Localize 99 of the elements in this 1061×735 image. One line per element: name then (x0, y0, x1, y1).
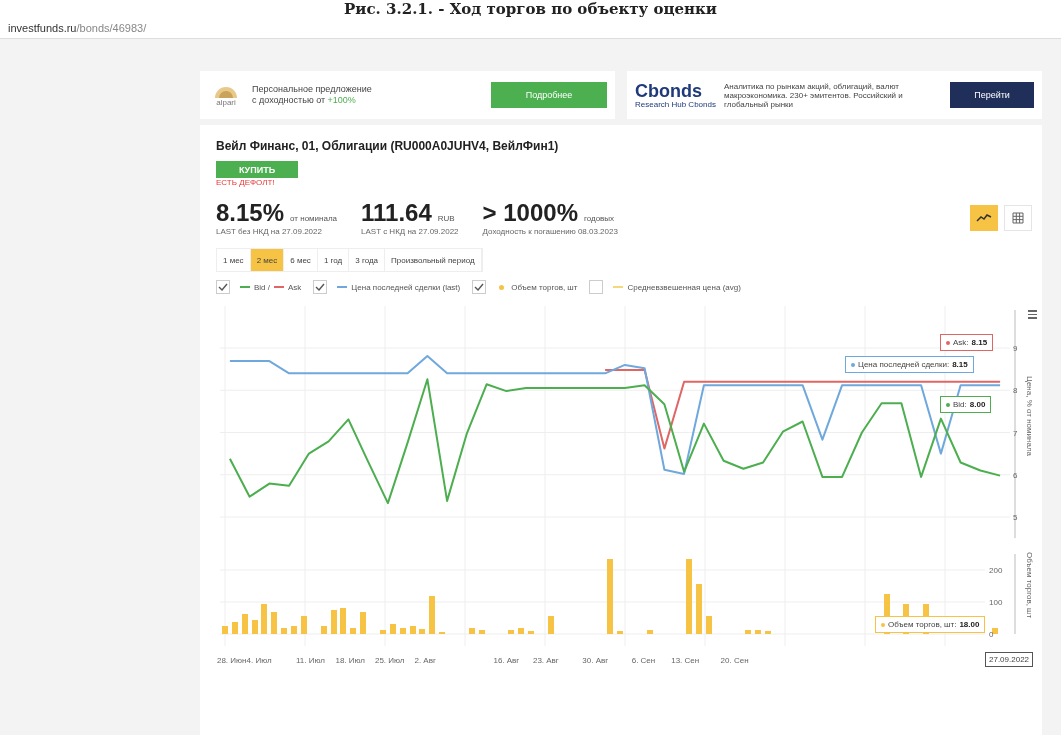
volume-bar (646, 629, 653, 634)
tooltip-value: 8.15 (952, 360, 968, 369)
ad-text: Персональное предложение с доходностью от +100% (252, 84, 373, 106)
volume-bar (745, 629, 752, 634)
volume-bar (291, 626, 298, 634)
axis-tick-label: 30. Авг (582, 656, 609, 665)
axis-tick-label: 100 (989, 598, 1003, 607)
stat-value: 8.15% (216, 199, 285, 227)
axis-tick-label: 9 (1013, 344, 1018, 353)
stat-unit: от номинала (290, 214, 338, 223)
volume-bar (765, 631, 772, 634)
volume-bar (528, 631, 535, 634)
period-tab[interactable]: 2 мес (250, 249, 285, 271)
volume-bar (616, 631, 623, 634)
tooltip-label: Цена последней сделки: (858, 360, 950, 369)
chart-view-button[interactable] (970, 204, 998, 231)
volume-bar (518, 627, 525, 634)
tooltip-label: Bid: (953, 400, 967, 409)
volume-bar (478, 629, 485, 634)
volume-bar (547, 616, 554, 634)
axis-tick-label: 8 (1013, 386, 1018, 396)
axis-tick-label: 25. Июл (374, 656, 405, 665)
stat-note: LAST с НКД на 27.09.2022 (361, 227, 459, 236)
checkbox[interactable] (472, 280, 487, 294)
axis-tick-label: 5 (1013, 513, 1018, 522)
volume-bar (350, 627, 357, 634)
volume-bar (399, 627, 406, 634)
volume-bar (379, 629, 386, 634)
volume-bar (409, 626, 416, 634)
checkbox[interactable] (589, 280, 604, 294)
tooltip-label: Объем торгов, шт: (888, 620, 957, 629)
volume-bar (755, 629, 762, 634)
axis-tick-label: 11. Июл (295, 656, 325, 665)
volume-bar (330, 610, 337, 634)
axis-tick-label: 28. Июн (216, 656, 247, 665)
stat-note: LAST без НКД на 27.09.2022 (216, 227, 323, 236)
axis-tick-label: 13. Сен (671, 656, 700, 665)
volume-bar (695, 584, 702, 634)
volume-bar (429, 595, 436, 634)
stat-value: 111.64 (361, 199, 432, 227)
table-view-button[interactable] (1004, 204, 1032, 231)
volume-bar (271, 611, 278, 634)
figure-caption: Рис. 3.2.1. - Ход торгов по объекту оценки (344, 0, 717, 18)
volume-bar (231, 621, 238, 634)
legend-label: Ask (288, 282, 302, 292)
ad-logo-text: Cbonds (635, 81, 703, 100)
tooltip-label: Ask: (953, 338, 969, 347)
volume-bar (508, 629, 515, 634)
axis-tick-label: 23. Авг (532, 656, 559, 665)
stat-unit: годовых (584, 214, 615, 223)
axis-tick-label: 18. Июл (335, 656, 366, 665)
tooltip-value: 8.15 (971, 338, 988, 347)
volume-bar (389, 624, 396, 634)
menu-icon[interactable] (1028, 310, 1037, 319)
stat-unit: RUB (437, 214, 455, 223)
axis-tick-label: 20. Сен (720, 656, 749, 665)
crosshair-date-label: 27.09.2022 (985, 652, 1034, 667)
axis-tick-label: 2. Авг (414, 656, 436, 665)
address-bar-url[interactable]: investfunds.ru/bonds/46983/ (8, 22, 147, 34)
line-chart-icon (976, 212, 992, 223)
ad-text: Аналитика по рынкам акций, облигаций, валют макроэкономика. 230+ эмитентов. Российский и глобальный рынки (723, 81, 904, 109)
tooltip-value: 8.00 (969, 400, 986, 409)
volume-bar (300, 616, 307, 634)
axis-tick-label: 4. Июл (246, 656, 272, 665)
legend-label: Цена последней сделки (last) (351, 282, 461, 292)
volume-bar (340, 608, 347, 634)
volume-bar (281, 627, 288, 634)
volume-bar (705, 616, 712, 634)
volume-bar (251, 619, 258, 634)
legend-label: Средневзвешенная цена (avg) (627, 282, 741, 292)
ad-logo-text: alpari (216, 97, 236, 107)
volume-bar (419, 628, 426, 634)
bond-title: Вейл Финанс, 01, Облигации (RU000A0JUHV4, ВейлФин1) (216, 139, 559, 153)
legend-label: Bid / (254, 282, 270, 292)
volume-bar (221, 626, 228, 634)
ad-logo-subtitle: Research Hub Cbonds (635, 99, 716, 109)
volume-bar (468, 627, 475, 634)
volume-bar (360, 611, 367, 634)
axis-tick-label: 16. Авг (493, 656, 520, 665)
stat-note: Доходность к погашению 08.03.2023 (482, 227, 618, 236)
axis-tick-label: 6. Сен (631, 656, 656, 665)
axis-title: Цена, % от номинала (1025, 376, 1034, 456)
axis-tick-label: 200 (989, 566, 1003, 575)
volume-bar (241, 613, 248, 634)
checkbox[interactable] (216, 280, 230, 294)
legend-label: Объем торгов, шт (511, 282, 578, 292)
volume-bar (992, 628, 999, 634)
axis-tick-label: 6 (1013, 470, 1018, 480)
volume-bar (261, 603, 268, 634)
axis-title: Объем торгов, шт (1025, 552, 1034, 619)
volume-bar (320, 626, 327, 634)
grid-icon (1012, 211, 1024, 224)
ad-button[interactable]: Перейти (950, 82, 1034, 108)
default-warning: ЕСТЬ ДЕФОЛТ! (216, 178, 275, 187)
tooltip-value: 18.00 (959, 620, 980, 629)
axis-tick-label: 7 (1013, 428, 1018, 438)
stat-value: > 1000% (482, 199, 578, 227)
checkbox[interactable] (313, 280, 328, 294)
axis-tick-label: 0 (989, 630, 994, 639)
